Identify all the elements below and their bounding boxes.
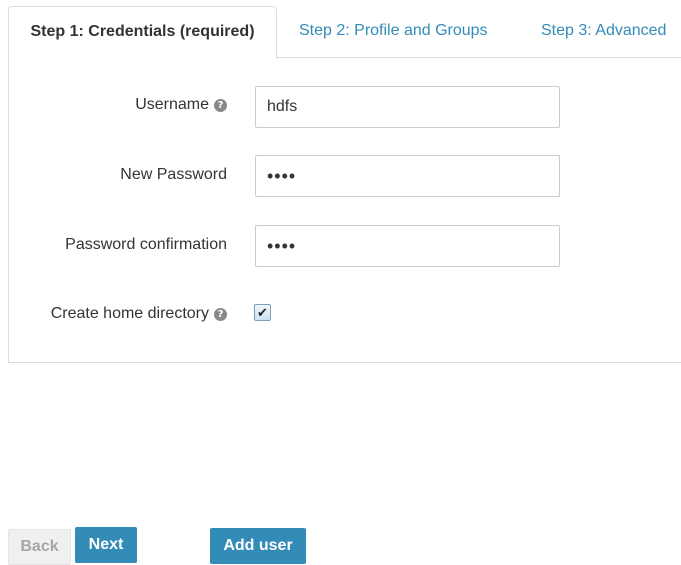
new-password-input[interactable] <box>255 155 560 197</box>
username-input[interactable] <box>255 86 560 128</box>
next-button[interactable]: Next <box>75 527 137 563</box>
username-label: Username ? <box>40 94 227 116</box>
question-circle-icon[interactable]: ? <box>214 307 227 321</box>
create-home-directory-checkbox[interactable]: ✔ <box>254 304 271 321</box>
back-button[interactable]: Back <box>8 529 71 565</box>
wizard-tabs: Step 1: Credentials (required) Step 2: P… <box>8 6 681 59</box>
add-user-button[interactable]: Add user <box>210 528 306 564</box>
new-password-label-text: New Password <box>120 166 227 183</box>
create-home-directory-label: Create home directory ? <box>20 303 227 325</box>
password-confirmation-label: Password confirmation <box>20 234 227 256</box>
new-password-label: New Password <box>40 164 227 186</box>
create-home-directory-label-text: Create home directory <box>50 305 209 322</box>
question-circle-icon[interactable]: ? <box>214 98 227 112</box>
checkmark-icon: ✔ <box>257 305 268 320</box>
username-label-text: Username <box>135 96 209 113</box>
tab-step-1-credentials[interactable]: Step 1: Credentials (required) <box>8 6 277 59</box>
tab-step-3-advanced[interactable]: Step 3: Advanced <box>541 6 666 58</box>
password-confirmation-input[interactable] <box>255 225 560 267</box>
tab-step-2-profile-and-groups[interactable]: Step 2: Profile and Groups <box>299 6 488 58</box>
password-confirmation-label-text: Password confirmation <box>65 236 227 253</box>
